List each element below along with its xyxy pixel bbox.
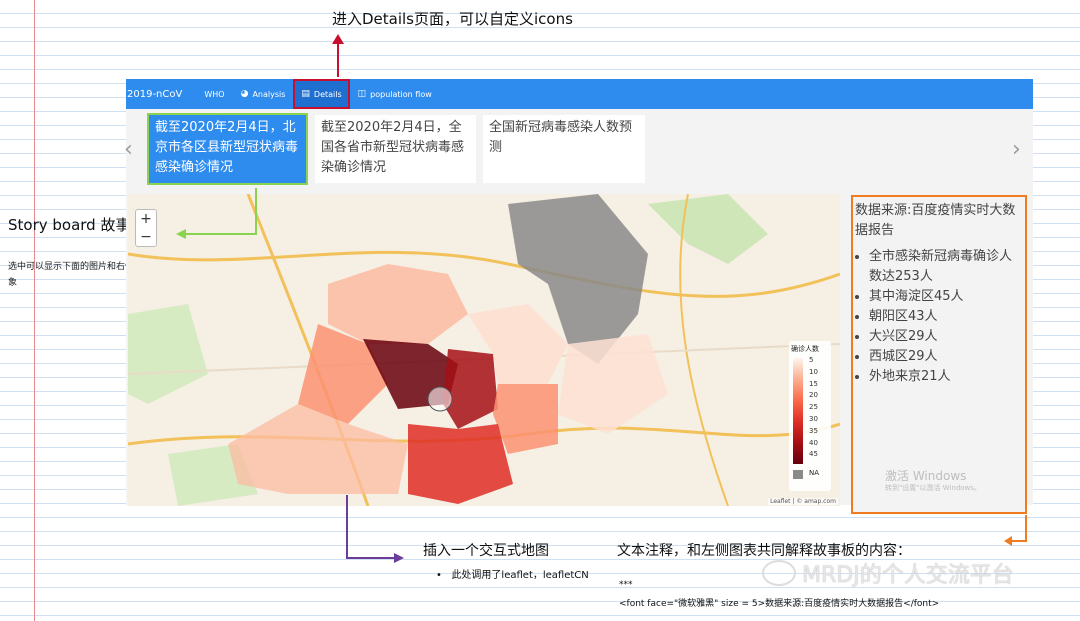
windows-activation-subtext: 转到"设置"以激活 Windows。 [885,484,981,492]
nav-item-who[interactable]: WHO [196,79,232,109]
font-code-line: <font face="微软雅黑" size = 5>数据来源:百度疫情实时大数… [619,599,940,609]
map-attribution[interactable]: Leaflet | © amap.com [768,498,838,505]
list-item: 朝阳区43人 [869,307,1023,327]
list-item: 全市感染新冠病毒确诊人数达253人 [869,247,1023,287]
list-item: 外地来京21人 [869,367,1023,387]
list-item: 大兴区29人 [869,327,1023,347]
navbar: 2019-nCoV WHO ◕ Analysis ▤ Details ◫ popula… [126,79,1033,109]
legend-tick: 30 [809,414,818,423]
dashboard-app: 2019-nCoV WHO ◕ Analysis ▤ Details ◫ popula… [124,79,1033,514]
interactive-map[interactable]: + − 确诊人数 5 10 15 20 25 30 35 40 45 NA Le… [128,194,840,506]
legend-tick: 15 [809,379,818,388]
nav-label-details: Details [313,89,342,99]
zoom-out-button[interactable]: − [136,228,156,246]
pie-chart-icon: ◕ [240,89,249,99]
legend-color-bar [793,358,803,464]
legend-tick: 40 [809,438,818,447]
zoom-control: + − [135,209,157,247]
nav-label-analysis: Analysis [252,89,286,99]
chevron-right-icon[interactable]: › [1012,137,1021,162]
legend-title: 确诊人数 [791,345,819,353]
wechat-watermark: MRDJ的个人交流平台 [762,557,1014,589]
legend-tick: 5 [809,356,814,364]
windows-activation-text: 激活 Windows [885,469,967,483]
watermark-text: MRDJ的个人交流平台 [802,563,1014,588]
nav-item-analysis[interactable]: ◕ Analysis [233,79,294,109]
legend-na-swatch [793,470,803,479]
details-arrowhead [332,34,344,44]
panel-arrowhead [1004,536,1012,546]
panel-arrow [1010,515,1027,542]
list-item: 其中海淀区45人 [869,287,1023,307]
panel-list: 全市感染新冠病毒确诊人数达253人 其中海淀区45人 朝阳区43人 大兴区29人… [855,247,1023,387]
storyboard-carousel: ‹ 截至2020年2月4日，北京市各区县新型冠状病毒感染确诊情况 截至2020年… [124,109,1033,189]
map-annotation: 插入一个交互式地图 [423,543,549,559]
city-center-ring [427,386,453,412]
legend-tick: 20 [809,391,818,400]
legend-tick: 10 [809,367,818,376]
legend-ticks: 5 10 15 20 25 30 35 40 45 [809,355,829,461]
map-annotation-bullet: • 此处调用了leaflet，leafletCN [436,570,589,581]
map-icon: ◫ [357,89,367,99]
storyboard-annotation: Story board 故事板 [8,216,146,234]
map-legend: 确诊人数 5 10 15 20 25 30 35 40 45 NA [789,341,831,491]
chevron-left-icon[interactable]: ‹ [124,137,133,162]
legend-tick: 35 [809,426,818,435]
source-text-panel: 数据来源:百度疫情实时大数据报告 全市感染新冠病毒确诊人数达253人 其中海淀区… [851,195,1027,514]
markdown-stars: *** [619,580,633,590]
nav-item-population-flow[interactable]: ◫ population flow [350,79,440,109]
wechat-icon [762,560,796,586]
panel-title: 数据来源:百度疫情实时大数据报告 [855,203,1016,238]
map-canvas [128,194,840,506]
story-slide-1[interactable]: 截至2020年2月4日，北京市各区县新型冠状病毒感染确诊情况 [147,113,308,185]
nav-item-details[interactable]: ▤ Details [293,79,350,109]
list-item: 西城区29人 [869,347,1023,367]
legend-tick: 45 [809,450,818,459]
details-icon: ▤ [301,89,310,99]
legend-na-label: NA [809,469,820,477]
map-bullet-text: 此处调用了leaflet，leafletCN [451,570,589,581]
story-slide-3[interactable]: 全国新冠病毒感染人数预测 [483,115,645,183]
navbar-brand[interactable]: 2019-nCoV [126,89,196,100]
story-slide-2[interactable]: 截至2020年2月4日，全国各省市新型冠状病毒感染确诊情况 [315,115,476,183]
legend-tick: 25 [809,403,818,412]
notebook-margin-line [34,0,35,621]
details-annotation: 进入Details页面，可以自定义icons [332,10,573,28]
zoom-in-button[interactable]: + [136,210,156,228]
nav-label-population-flow: population flow [370,89,432,99]
nav-label-who: WHO [204,89,225,99]
map-arrowhead [394,553,404,563]
